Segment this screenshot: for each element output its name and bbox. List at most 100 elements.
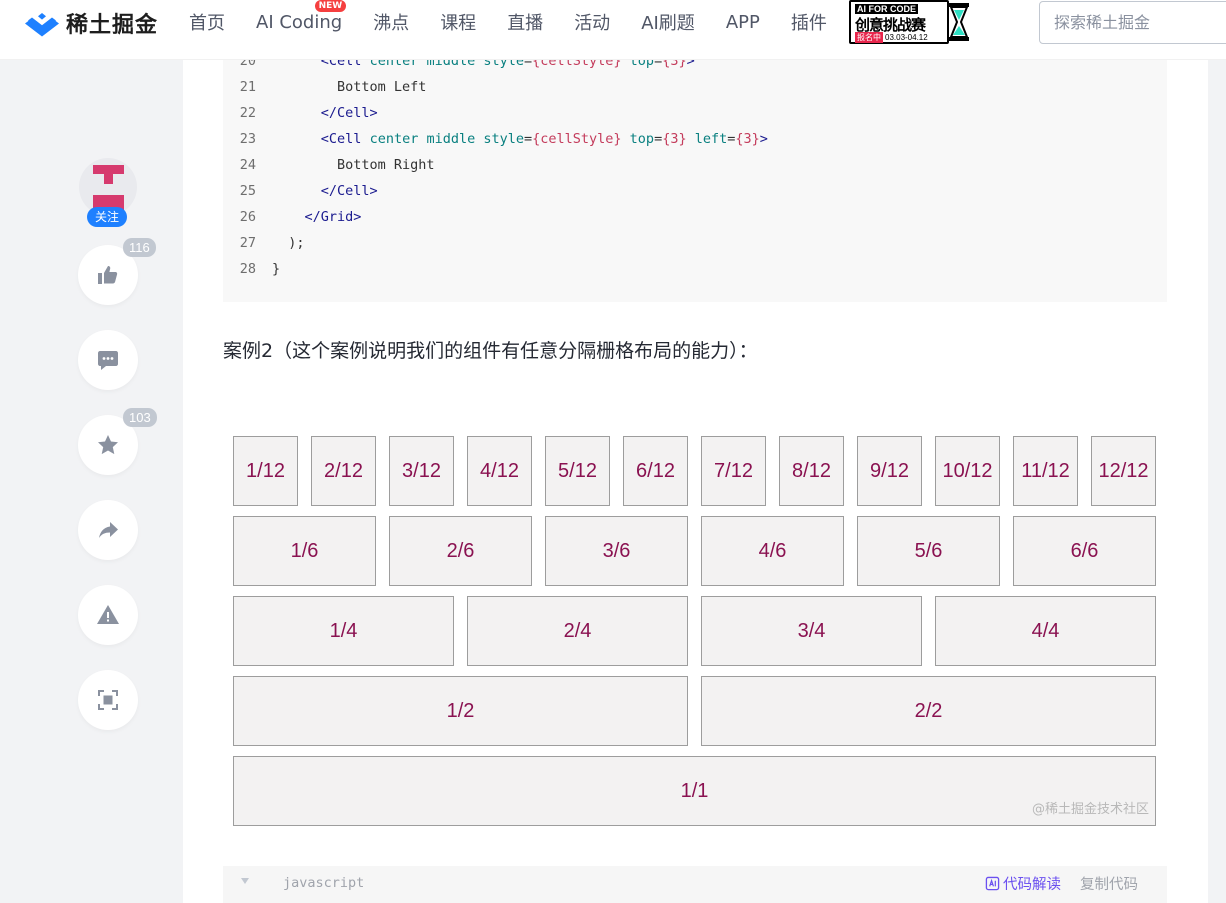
code-token: Bottom Left (337, 79, 427, 95)
code-token: Bottom Right (337, 157, 435, 173)
article-paragraph: 案例2（这个案例说明我们的组件有任意分隔栅格布局的能力）： (223, 340, 758, 362)
grid-cell: 1/12 (233, 436, 298, 506)
grid-cell: 8/12 (779, 436, 844, 506)
juejin-logo-icon (25, 13, 59, 37)
grid-cell: 2/4 (467, 596, 688, 666)
promo-tag: 报名中 (855, 32, 883, 43)
line-number: 20 (239, 60, 256, 69)
grid-cell: 5/12 (545, 436, 610, 506)
code-block-header: javascript 代码解读 复制代码 (223, 866, 1167, 903)
report-button[interactable] (78, 585, 138, 645)
code-block: 20 <Cell center middle style={cellStyle}… (223, 60, 1167, 302)
nav-item[interactable]: 活动 (574, 9, 610, 35)
code-token: = (524, 131, 533, 147)
comment-button[interactable] (78, 330, 138, 390)
like-button[interactable]: 116 (78, 238, 156, 305)
author-panel[interactable]: 关注 (79, 158, 137, 228)
ai-explain-icon (985, 876, 1000, 891)
promo-dates-row: 报名中 03.03-04.12 (855, 32, 928, 43)
copy-code-button[interactable]: 复制代码 (1080, 873, 1138, 894)
grid-cell: 12/12 (1091, 436, 1156, 506)
grid-cell: 4/6 (701, 516, 844, 586)
code-token: = (654, 60, 663, 69)
grid-cell: 3/4 (701, 596, 922, 666)
code-line: 20 <Cell center middle style={cellStyle}… (223, 60, 695, 74)
line-number: 27 (239, 235, 256, 251)
code-token: left (686, 131, 728, 147)
code-token: </Grid> (304, 209, 362, 225)
code-token: </Cell> (320, 105, 378, 121)
grid-cell: 1/4 (233, 596, 454, 666)
warning-icon (97, 605, 119, 624)
code-token: {3} (662, 131, 687, 147)
code-token: top (621, 60, 655, 69)
nav-item[interactable]: 首页 (189, 9, 225, 35)
new-badge: NEW (314, 0, 347, 12)
promo-box: AI FOR CODE 创意挑战赛 报名中 03.03-04.12 (849, 0, 949, 44)
code-token: top (621, 131, 655, 147)
grid-cell: 2/6 (389, 516, 532, 586)
code-token: > (759, 131, 768, 147)
code-token: ); (288, 235, 305, 251)
grid-cell: 1/2 (233, 676, 688, 746)
grid-cell: 4/4 (935, 596, 1156, 666)
code-token: {cellStyle} (532, 131, 622, 147)
promo-banner[interactable]: AI FOR CODE 创意挑战赛 报名中 03.03-04.12 (849, 0, 970, 44)
nav-item[interactable]: AI Coding NEW (256, 0, 347, 33)
code-token: center middle style (369, 131, 524, 147)
grid-cell: 5/6 (857, 516, 1000, 586)
comment-icon (98, 351, 118, 370)
grid-cell: 3/6 (545, 516, 688, 586)
nav-item[interactable]: 沸点 (373, 9, 409, 35)
logo-text: 稀土掘金 (66, 13, 159, 38)
nav-item[interactable]: 直播 (507, 9, 543, 35)
code-token: = (654, 131, 663, 147)
code-token: <Cell (320, 131, 370, 147)
grid-cell: 2/2 (701, 676, 1156, 746)
grid-cell: 1/6 (233, 516, 376, 586)
focus-icon (98, 690, 118, 710)
code-line: 23 <Cell center middle style={cellStyle}… (223, 126, 768, 152)
code-line: 24 Bottom Right (223, 152, 435, 178)
code-explain-label: 代码解读 (1003, 877, 1061, 893)
code-token: {3} (662, 60, 687, 69)
code-token: > (686, 60, 695, 69)
search-input[interactable] (1040, 2, 1226, 43)
page-scrollbar[interactable] (1208, 60, 1226, 903)
code-token: } (272, 261, 281, 277)
collapse-caret-icon[interactable] (241, 878, 249, 884)
follow-button[interactable]: 关注 (87, 207, 127, 227)
star-icon (98, 435, 118, 455)
code-token: {3} (735, 131, 760, 147)
top-header: 稀土掘金 首页 AI Coding NEW 沸点 课程 直播 活动 AI刷题 APP 插件 AI … (0, 0, 1226, 60)
nav-item[interactable]: 插件 (791, 9, 827, 35)
code-token: = (524, 60, 533, 69)
main-nav: 首页 AI Coding NEW 沸点 课程 直播 活动 AI刷题 APP 插件 (189, 0, 858, 44)
code-token: </Cell> (320, 183, 378, 199)
fullscreen-button[interactable] (78, 670, 138, 730)
line-number: 22 (239, 105, 256, 121)
nav-item[interactable]: APP (726, 12, 760, 33)
grid-cell: 11/12 (1013, 436, 1078, 506)
code-line: 22 </Cell> (223, 100, 378, 126)
code-token: {cellStyle} (532, 60, 622, 69)
like-count-badge: 116 (123, 238, 156, 257)
share-button[interactable] (78, 500, 138, 560)
line-number: 28 (239, 261, 256, 277)
code-explain-button[interactable]: 代码解读 (985, 873, 1061, 894)
grid-cell: 6/6 (1013, 516, 1156, 586)
favorite-button[interactable]: 103 (78, 408, 157, 475)
search-box[interactable] (1039, 1, 1226, 44)
juejin-logo[interactable]: 稀土掘金 (24, 8, 158, 38)
grid-cell: 6/12 (623, 436, 688, 506)
nav-item[interactable]: AI刷题 (641, 9, 695, 35)
nav-item[interactable]: 课程 (440, 9, 476, 35)
line-number: 21 (239, 79, 256, 95)
code-line: 25 </Cell> (223, 178, 378, 204)
line-number: 23 (239, 131, 256, 147)
